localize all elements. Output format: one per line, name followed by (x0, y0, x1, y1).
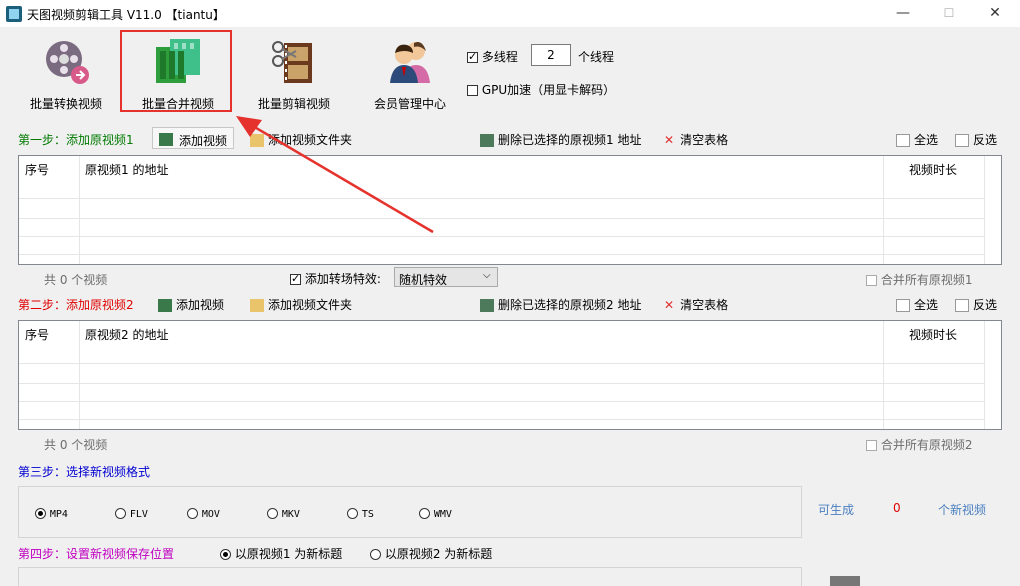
annotation-arrow (236, 116, 434, 234)
